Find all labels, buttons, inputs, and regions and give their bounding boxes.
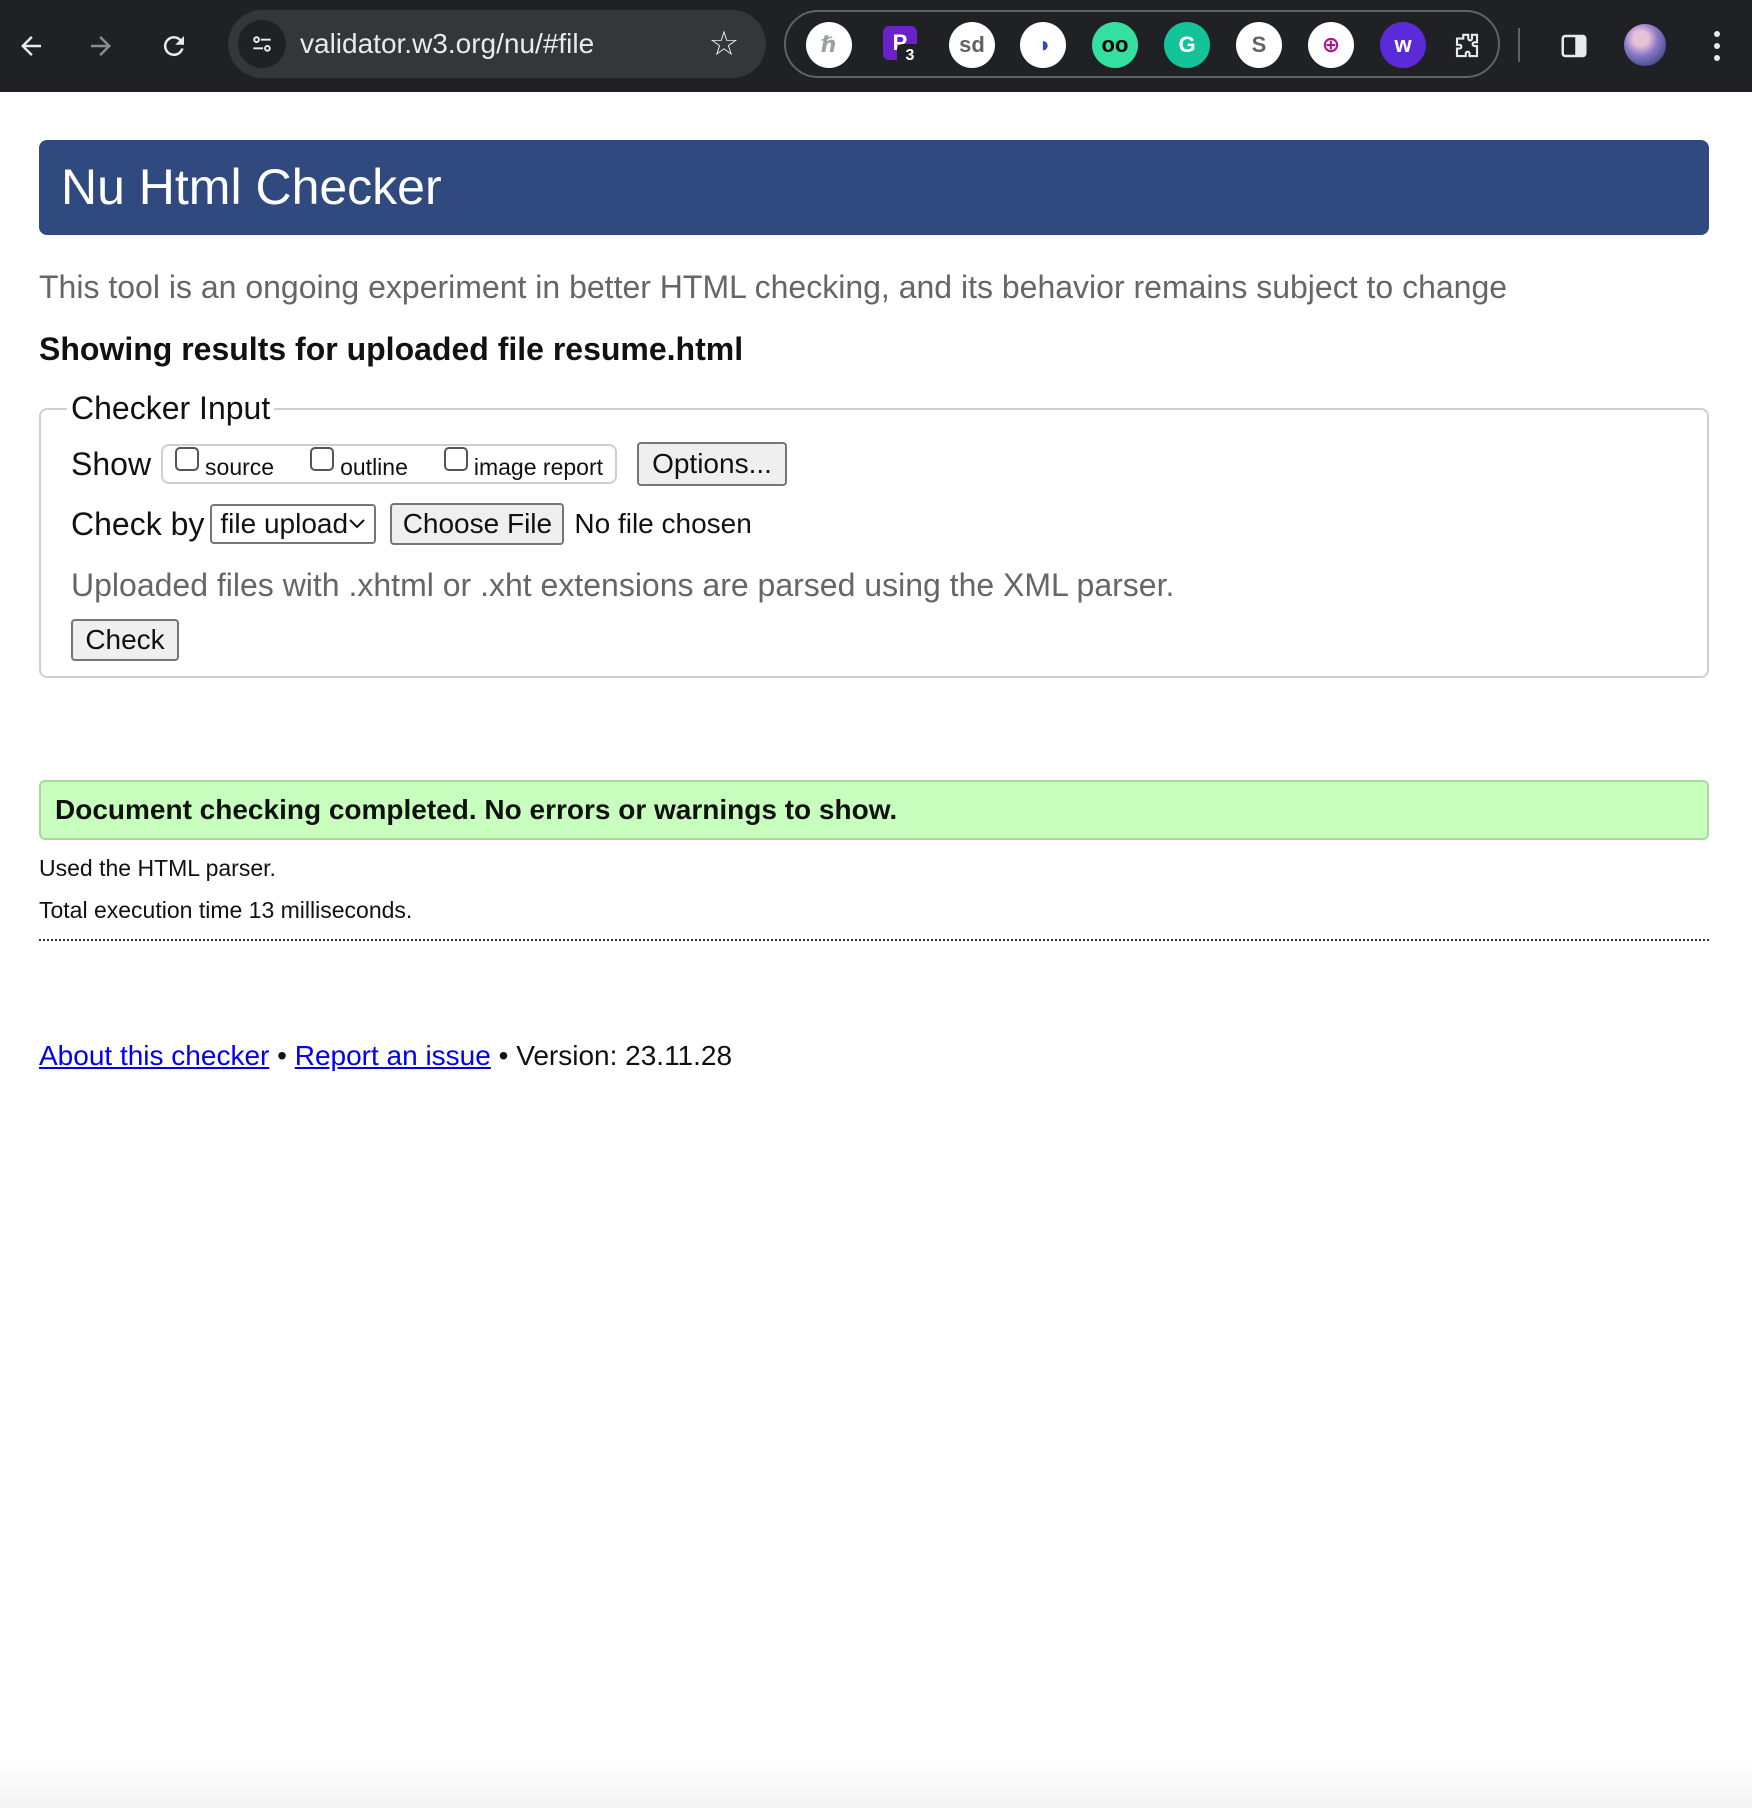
image-report-label: image report xyxy=(473,453,603,480)
outline-checkbox[interactable] xyxy=(310,447,335,471)
ext-globe-icon-glyph: ⊕ xyxy=(1321,32,1341,57)
url-text[interactable]: validator.w3.org/nu/#file xyxy=(300,10,594,78)
source-checkbox[interactable] xyxy=(175,447,200,471)
extensions-puzzle-icon[interactable] xyxy=(1443,22,1491,70)
image-report-checkbox[interactable] xyxy=(443,447,468,471)
source-label: source xyxy=(205,453,275,480)
footer-separator: • xyxy=(277,1040,287,1071)
no-file-text: No file chosen xyxy=(574,508,752,539)
execution-time: Total execution time 13 milliseconds. xyxy=(39,897,413,923)
ext-h-icon-glyph: ℏ xyxy=(821,32,837,57)
show-row: Show source outline image report Options… xyxy=(71,439,1677,489)
show-label: Show xyxy=(71,445,152,482)
chevron-down-icon xyxy=(348,513,366,536)
xml-parser-hint: Uploaded files with .xhtml or .xht exten… xyxy=(71,567,1175,603)
tagline: This tool is an ongoing experiment in be… xyxy=(39,269,1508,305)
reload-icon[interactable] xyxy=(150,22,198,70)
ext-tripadvisor-icon-glyph: oo xyxy=(1101,32,1129,57)
ext-p-icon[interactable]: P3 xyxy=(883,26,923,68)
browser-toolbar: validator.w3.org/nu/#file ☆ ℏ P 3 sd ◑ oo G S ⊕ w xyxy=(0,0,1752,92)
version-text: • Version: 23.11.28 xyxy=(498,1040,733,1071)
footer: About this checker • Report an issue • V… xyxy=(39,1039,1709,1073)
choose-file-button[interactable]: Choose File xyxy=(390,503,565,545)
show-options-group: source outline image report xyxy=(161,444,617,484)
outline-label: outline xyxy=(340,453,408,480)
check-by-value: file upload xyxy=(220,508,349,539)
results-heading: Showing results for uploaded file resume… xyxy=(39,331,744,367)
ext-w-icon[interactable]: w xyxy=(1380,22,1426,68)
ext-sd-icon-glyph: sd xyxy=(959,32,985,57)
back-icon[interactable] xyxy=(7,22,55,70)
ext-w-icon-glyph: w xyxy=(1394,32,1412,57)
ext-h-icon[interactable]: ℏ xyxy=(806,22,852,68)
show-image-report-option[interactable]: image report xyxy=(443,447,603,480)
profile-avatar[interactable] xyxy=(1624,24,1666,66)
forward-icon[interactable] xyxy=(77,22,125,70)
dotted-divider xyxy=(39,939,1709,941)
side-panel-icon[interactable] xyxy=(1550,22,1598,70)
ext-s-icon-glyph: S xyxy=(1251,32,1267,57)
ext-s-icon[interactable]: S xyxy=(1236,22,1282,68)
ext-tripadvisor-icon[interactable]: oo xyxy=(1092,22,1138,68)
ext-grammarly-icon[interactable]: G xyxy=(1164,22,1210,68)
check-button[interactable]: Check xyxy=(71,619,179,661)
page-content: Nu Html Checker This tool is an ongoing … xyxy=(39,140,1709,1073)
ext-globe-icon[interactable]: ⊕ xyxy=(1308,22,1354,68)
page-title: Nu Html Checker xyxy=(39,140,1709,235)
options-button[interactable]: Options... xyxy=(637,442,787,486)
check-by-row: Check by file upload Choose File No file… xyxy=(71,499,1677,549)
ext-southwest-icon-glyph: ◑ xyxy=(1036,32,1050,57)
check-by-label: Check by xyxy=(71,505,205,542)
address-bar[interactable]: validator.w3.org/nu/#file ☆ xyxy=(228,10,766,78)
ext-sd-icon[interactable]: sd xyxy=(949,22,995,68)
site-info-icon[interactable] xyxy=(238,20,286,68)
parser-info: Used the HTML parser. xyxy=(39,855,276,881)
checker-input-fieldset: Checker Input Show source outline image … xyxy=(39,390,1709,678)
about-link[interactable]: About this checker xyxy=(39,1040,269,1071)
show-source-option[interactable]: source xyxy=(175,447,275,480)
extension-badge: 3 xyxy=(897,44,923,68)
bottom-fade xyxy=(0,1758,1752,1808)
success-message: Document checking completed. No errors o… xyxy=(39,780,1709,840)
toolbar-separator xyxy=(1518,28,1520,62)
show-outline-option[interactable]: outline xyxy=(310,447,408,480)
bookmark-star-icon[interactable]: ☆ xyxy=(700,20,748,68)
menu-kebab-icon[interactable] xyxy=(1702,22,1732,70)
report-issue-link[interactable]: Report an issue xyxy=(295,1040,491,1071)
check-row: Check xyxy=(71,619,1677,661)
check-by-select[interactable]: file upload xyxy=(210,504,377,544)
ext-grammarly-icon-glyph: G xyxy=(1178,32,1196,57)
ext-southwest-icon[interactable]: ◑ xyxy=(1020,22,1066,68)
checker-input-legend: Checker Input xyxy=(71,390,271,426)
